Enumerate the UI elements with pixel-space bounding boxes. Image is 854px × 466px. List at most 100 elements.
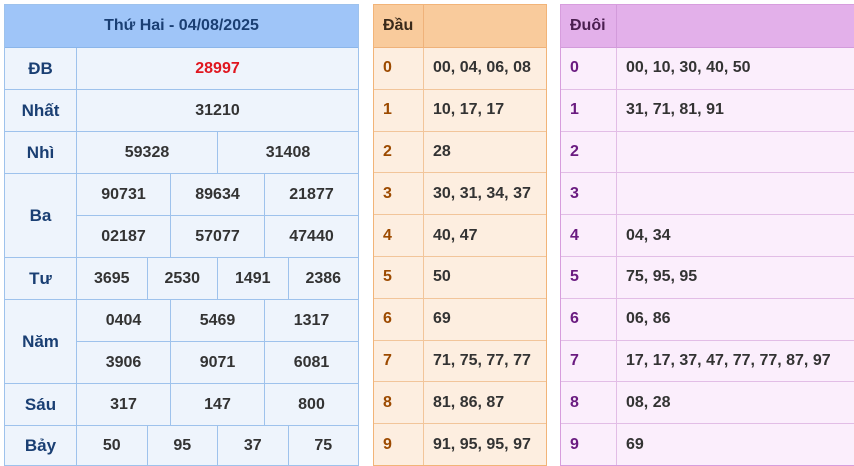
prize-number: 800 <box>264 384 358 425</box>
prize-row: Nhất 31210 <box>5 90 358 132</box>
prize-line: 90731 89634 21877 <box>77 174 358 215</box>
prize-row: Năm 0404 5469 1317 3906 9071 6081 <box>5 300 358 384</box>
prize-line: 31210 <box>77 90 358 131</box>
prize-values: 0404 5469 1317 3906 9071 6081 <box>77 300 358 383</box>
prize-line: 3695 2530 1491 2386 <box>77 258 358 299</box>
prize-number: 31210 <box>195 101 240 119</box>
tail-digit-row: 2 <box>561 130 854 173</box>
tail-digit-digit: 1 <box>561 89 617 131</box>
tail-digit-values: 00, 10, 30, 40, 50 <box>626 59 751 77</box>
prize-number: 6081 <box>264 342 358 383</box>
head-digit-values: 71, 75, 77, 77 <box>433 351 531 369</box>
prize-line: 59328 31408 <box>77 132 358 173</box>
prize-number: 50 <box>102 437 121 454</box>
tail-digit-digit: 7 <box>561 340 617 382</box>
tail-digit-row: 3 <box>561 172 854 215</box>
prize-label: Nhất <box>5 90 77 131</box>
head-digit-rows: 0 00, 04, 06, 08 1 10, 17, 17 2 28 3 30, 31, 34… <box>374 48 546 465</box>
tail-digit-digit: 3 <box>561 173 617 215</box>
head-digit-row: 7 71, 75, 77, 77 <box>374 339 546 382</box>
prize-row: Ba 90731 89634 21877 02187 57077 47440 <box>5 174 358 258</box>
prize-number: 5469 <box>170 300 264 341</box>
prize-line: 50 95 37 75 <box>77 426 358 466</box>
special-prize-number: 28997 <box>195 59 240 77</box>
tail-digit-header-label: Đuôi <box>561 5 617 47</box>
prize-label: Tư <box>5 258 77 299</box>
prize-number: 2386 <box>287 258 359 299</box>
tail-digit-values <box>617 173 854 214</box>
tail-digit-digit: 5 <box>561 256 617 298</box>
head-digit-row: 4 40, 47 <box>374 214 546 256</box>
prize-number: 90731 <box>101 185 146 203</box>
head-digit-row: 0 00, 04, 06, 08 <box>374 48 546 89</box>
head-digit-digit: 5 <box>374 256 424 298</box>
head-digit-values: 00, 04, 06, 08 <box>433 59 531 77</box>
prize-number: 0404 <box>105 311 142 329</box>
prize-values: 3695 2530 1491 2386 <box>77 258 358 299</box>
tail-digit-row: 8 08, 28 <box>561 381 854 424</box>
tail-digit-digit: 0 <box>561 48 617 89</box>
prize-number: 3695 <box>93 269 130 287</box>
head-digit-header-label: Đầu <box>374 5 424 47</box>
prize-line: 3906 9071 6081 <box>77 341 358 383</box>
prize-values: 31210 <box>77 90 358 131</box>
prize-number: 1317 <box>264 300 358 341</box>
prize-number: 147 <box>170 384 264 425</box>
prize-number: 75 <box>287 426 359 466</box>
head-digit-values: 69 <box>433 310 451 328</box>
prize-number: 02187 <box>101 227 146 245</box>
head-digit-digit: 4 <box>374 215 424 256</box>
prize-rows: ĐB 28997 Nhất 31210 Nhì 59328 31408 Ba 90731 8963… <box>5 48 358 466</box>
lottery-results-table: Thứ Hai - 04/08/2025 ĐB 28997 Nhất 31210 Nhì… <box>4 4 359 466</box>
prize-row: ĐB 28997 <box>5 48 358 90</box>
prize-number: 31408 <box>217 132 358 173</box>
prize-label: Sáu <box>5 384 77 425</box>
prize-label: Ba <box>5 174 77 257</box>
prize-values: 90731 89634 21877 02187 57077 47440 <box>77 174 358 257</box>
prize-row: Sáu 317 147 800 <box>5 384 358 426</box>
prize-line: 0404 5469 1317 <box>77 300 358 341</box>
prize-label: Nhì <box>5 132 77 173</box>
tail-digit-values: 69 <box>626 435 644 453</box>
prize-row: Tư 3695 2530 1491 2386 <box>5 258 358 300</box>
head-digit-values: 81, 86, 87 <box>433 393 505 411</box>
prize-values: 59328 31408 <box>77 132 358 173</box>
head-digit-digit: 9 <box>374 424 424 465</box>
tail-digit-digit: 4 <box>561 215 617 256</box>
head-digit-digit: 6 <box>374 298 424 340</box>
prize-number: 59328 <box>124 143 170 161</box>
tail-digit-header: Đuôi <box>561 5 854 48</box>
head-digit-digit: 1 <box>374 89 424 131</box>
tail-digit-row: 6 06, 86 <box>561 297 854 340</box>
head-digit-row: 8 81, 86, 87 <box>374 381 546 424</box>
prize-number: 89634 <box>170 174 264 215</box>
head-digit-table: Đầu 0 00, 04, 06, 08 1 10, 17, 17 2 28 3 30, 31… <box>373 4 547 466</box>
head-digit-row: 6 69 <box>374 297 546 340</box>
head-digit-row: 3 30, 31, 34, 37 <box>374 172 546 215</box>
tail-digit-row: 4 04, 34 <box>561 214 854 256</box>
tail-digit-values: 75, 95, 95 <box>626 268 698 286</box>
prize-number: 95 <box>146 426 218 466</box>
tail-digit-values: 04, 34 <box>626 226 671 244</box>
tail-digit-rows: 0 00, 10, 30, 40, 50 1 31, 71, 81, 91 2 3 4 04,… <box>561 48 854 465</box>
head-digit-row: 2 28 <box>374 130 546 173</box>
prize-row: Bảy 50 95 37 75 <box>5 426 358 466</box>
tail-digit-row: 5 75, 95, 95 <box>561 255 854 298</box>
prize-number: 317 <box>110 395 137 413</box>
prize-label: ĐB <box>5 48 77 89</box>
head-digit-values: 10, 17, 17 <box>433 101 505 119</box>
prize-number: 21877 <box>264 174 358 215</box>
prize-row: Nhì 59328 31408 <box>5 132 358 174</box>
tail-digit-digit: 2 <box>561 131 617 173</box>
prize-line: 28997 <box>77 48 358 89</box>
head-digit-digit: 0 <box>374 48 424 89</box>
prize-number: 1491 <box>217 258 288 299</box>
head-digit-values: 91, 95, 95, 97 <box>433 435 531 453</box>
tail-digit-values: 31, 71, 81, 91 <box>626 101 724 119</box>
prize-label: Bảy <box>5 426 77 466</box>
tail-digit-values: 06, 86 <box>626 310 671 328</box>
tail-digit-values: 17, 17, 37, 47, 77, 77, 87, 97 <box>626 351 831 369</box>
tail-digit-row: 1 31, 71, 81, 91 <box>561 88 854 131</box>
head-digit-digit: 2 <box>374 131 424 173</box>
head-digit-digit: 3 <box>374 173 424 215</box>
